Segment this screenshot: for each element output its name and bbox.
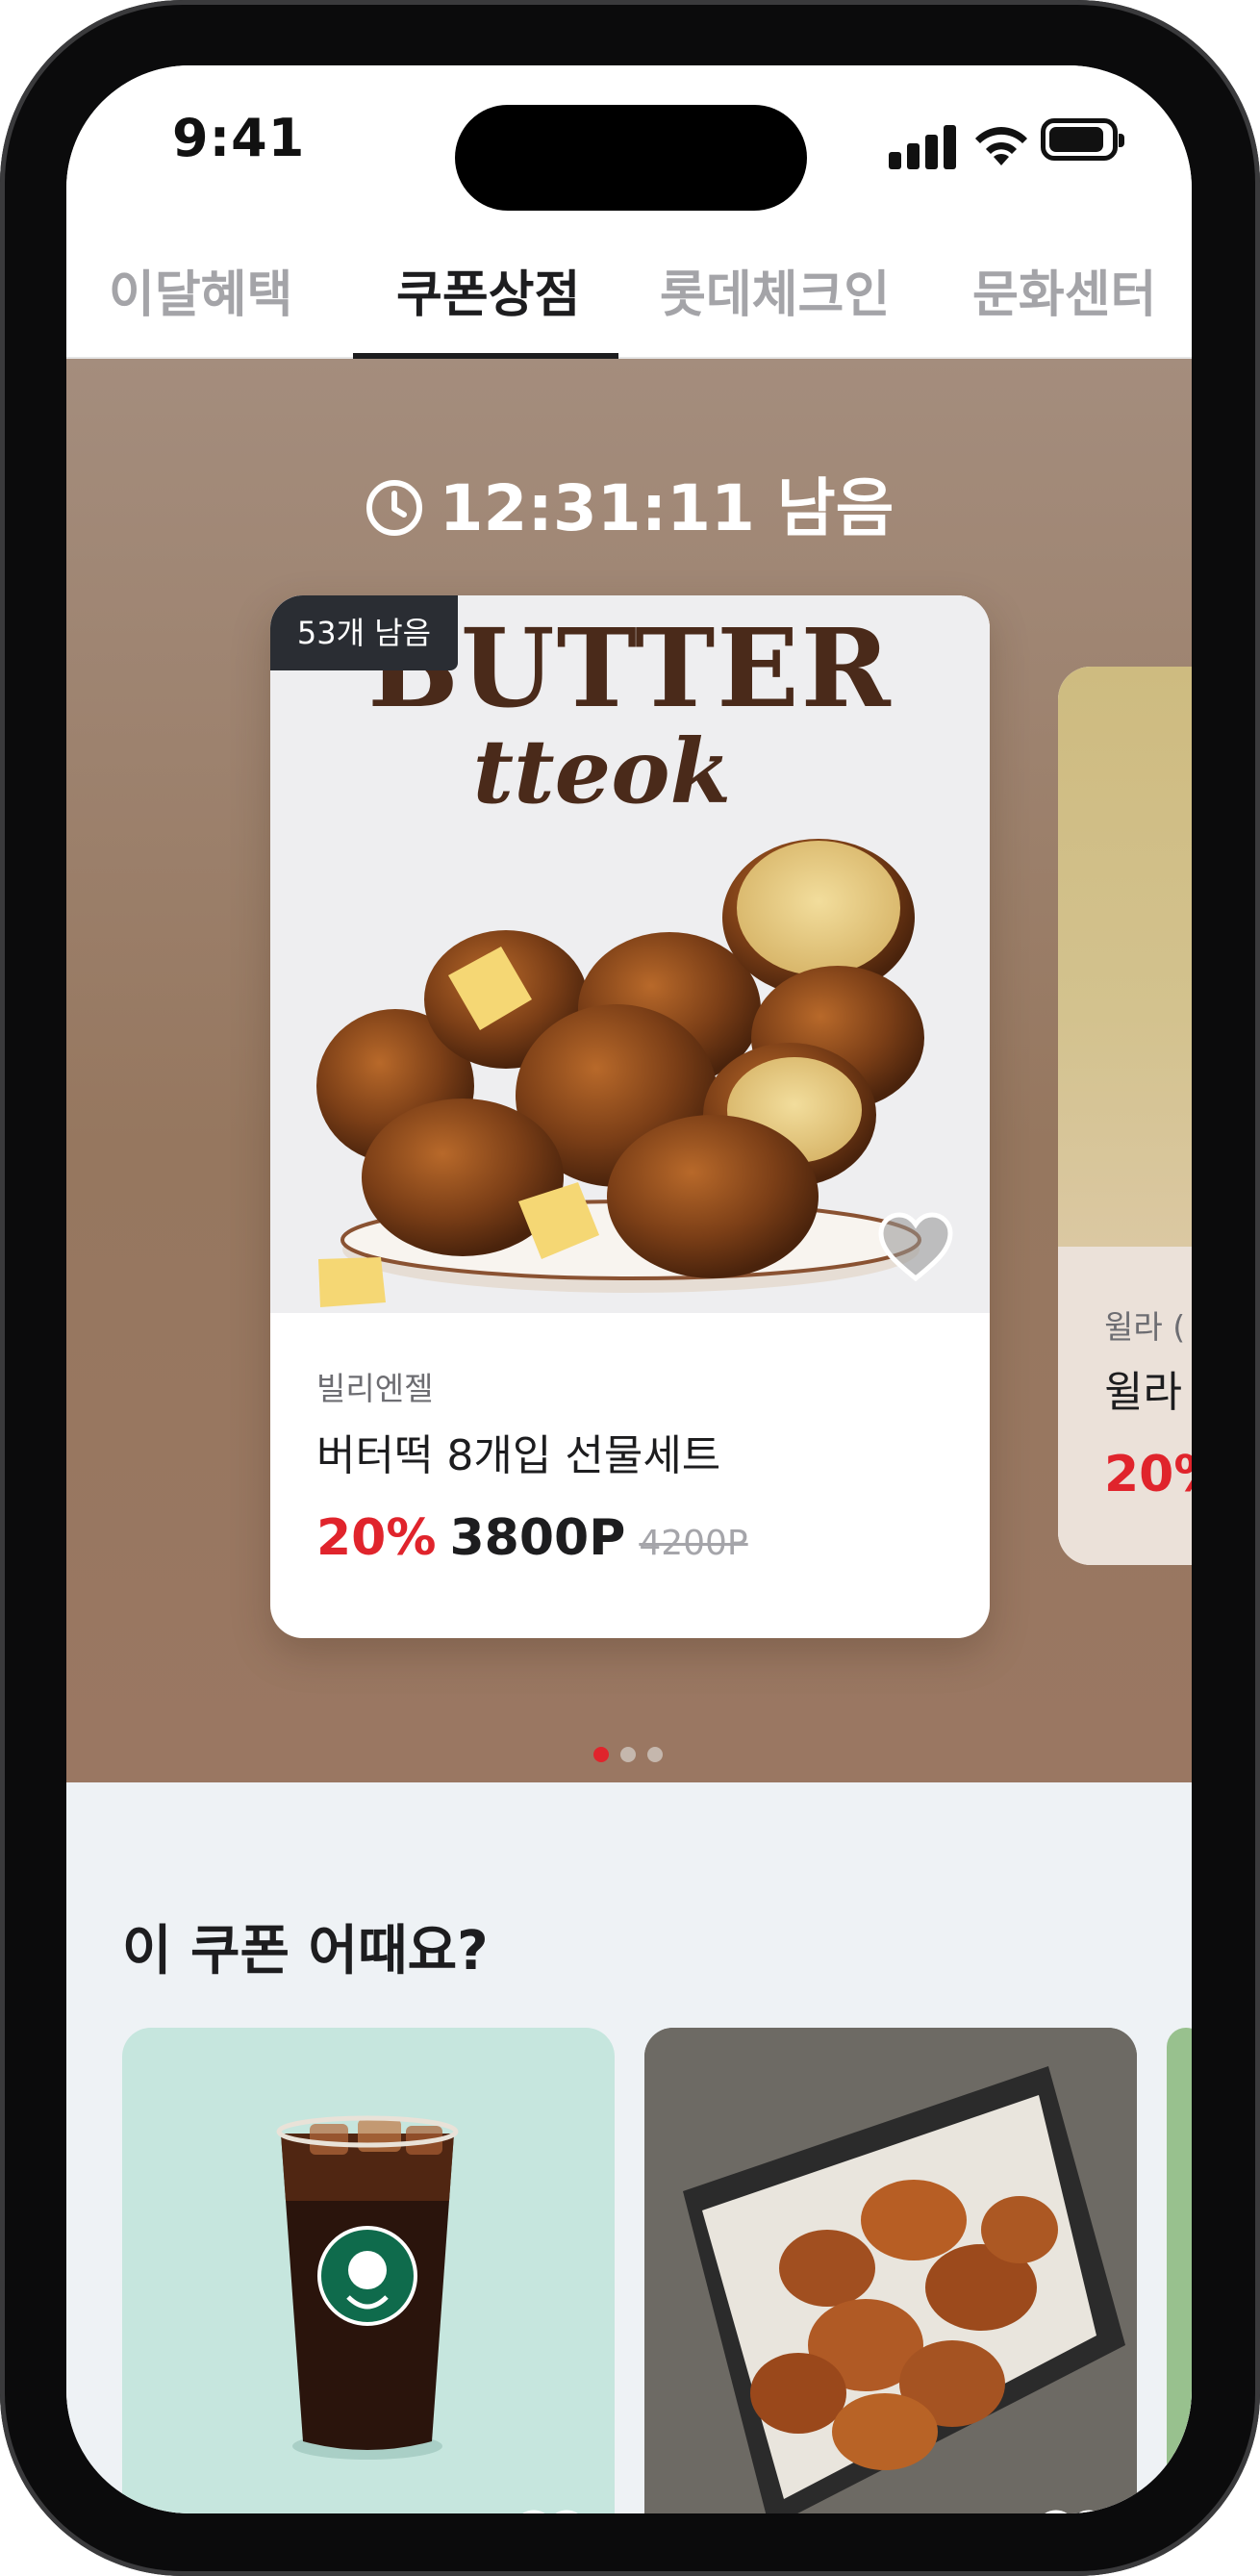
recommendation-section: 이 쿠폰 어때요? xyxy=(66,1782,1192,2513)
countdown-text: 12:31:11 남음 xyxy=(439,471,895,545)
price-row: 20% 3800P 4200P xyxy=(316,1509,748,1567)
original-price: 4200P xyxy=(639,1524,748,1563)
app-screen: 9:41 이달혜택 쿠폰상점 롯데체크인 문화센터 12:31:11 남음 BU… xyxy=(66,65,1192,2513)
tab-culture-center[interactable]: 문화센터 xyxy=(972,254,1156,326)
hero-banner: 12:31:11 남음 BUTTER tteok 53개 남음 빌리엔젤 버터떡… xyxy=(66,359,1192,1782)
product-name: 버터떡 8개입 선물세트 xyxy=(316,1431,721,1480)
section-title: 이 쿠폰 어때요? xyxy=(122,1920,489,1983)
wifi-icon xyxy=(975,127,1027,165)
status-time: 9:41 xyxy=(172,108,306,168)
heart-icon[interactable] xyxy=(511,2509,590,2513)
featured-coupon-card[interactable]: BUTTER tteok 53개 남음 빌리엔젤 버터떡 8개입 선물세트 20… xyxy=(270,595,990,1638)
status-bar: 9:41 xyxy=(66,65,1192,219)
butter-tteok-illustration: BUTTER tteok xyxy=(270,595,990,1313)
dynamic-island xyxy=(455,105,807,211)
recommend-card-partial[interactable] xyxy=(1167,2028,1192,2513)
pagination-dot-active xyxy=(593,1747,609,1762)
carousel-pagination xyxy=(593,1747,680,1766)
recommend-card-coffee[interactable] xyxy=(122,2028,615,2513)
next-product-image xyxy=(1058,667,1192,1247)
product-image: BUTTER tteok 53개 남음 xyxy=(270,595,990,1313)
sale-price: 3800P xyxy=(449,1509,626,1567)
tab-lotte-checkin[interactable]: 롯데체크인 xyxy=(660,254,890,326)
pagination-dot xyxy=(620,1747,636,1762)
fried-chicken-image xyxy=(644,2028,1137,2513)
phone-frame: 9:41 이달혜택 쿠폰상점 롯데체크인 문화센터 12:31:11 남음 BU… xyxy=(0,0,1260,2576)
iced-coffee-image xyxy=(276,2115,459,2460)
battery-icon xyxy=(1041,118,1124,161)
next-product-brand: 윌라 ( xyxy=(1104,1308,1186,1346)
pagination-dot xyxy=(647,1747,663,1762)
recommend-card-chicken[interactable] xyxy=(644,2028,1137,2513)
next-coupon-card[interactable]: 윌라 ( 윌라 20% xyxy=(1058,667,1192,1565)
image-title-tteok: tteok xyxy=(473,720,732,823)
next-product-name: 윌라 xyxy=(1104,1368,1182,1417)
stock-remaining-badge: 53개 남음 xyxy=(270,595,458,670)
clock-icon xyxy=(365,479,422,536)
discount-rate: 20% xyxy=(316,1509,437,1567)
cellular-signal-icon xyxy=(889,121,966,169)
heart-icon[interactable] xyxy=(876,1211,955,1282)
next-discount-rate: 20% xyxy=(1104,1446,1192,1503)
product-brand: 빌리엔젤 xyxy=(316,1370,434,1407)
tab-coupon-store[interactable]: 쿠폰상점 xyxy=(396,254,580,326)
heart-icon[interactable] xyxy=(1033,2509,1112,2513)
top-tab-bar: 이달혜택 쿠폰상점 롯데체크인 문화센터 xyxy=(66,219,1192,359)
countdown-timer: 12:31:11 남음 xyxy=(66,457,1192,549)
tab-monthly-benefits[interactable]: 이달혜택 xyxy=(109,254,292,326)
